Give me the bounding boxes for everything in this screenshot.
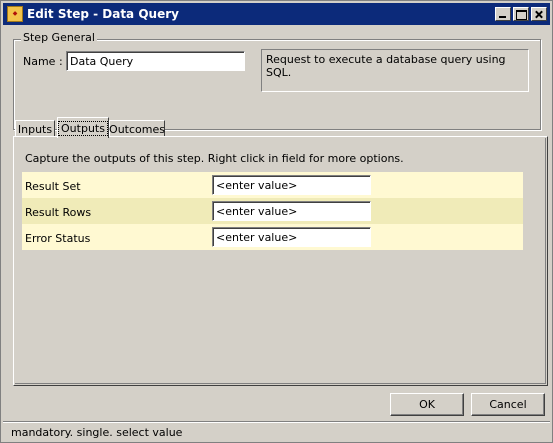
window-title: Edit Step - Data Query (27, 7, 179, 21)
tab-inputs-label: Inputs (17, 122, 53, 136)
ok-button[interactable]: OK (390, 393, 464, 416)
minimize-button[interactable] (495, 7, 511, 21)
outputs-caption: Capture the outputs of this step. Right … (25, 152, 404, 165)
output-row-error-status: Error Status (22, 224, 523, 250)
error-status-input[interactable] (212, 227, 371, 247)
tab-outputs-label: Outputs (58, 120, 108, 136)
title-bar[interactable]: ◆ Edit Step - Data Query (3, 3, 550, 25)
result-set-input[interactable] (212, 175, 371, 195)
status-bar: mandatory. single. select value (3, 421, 550, 441)
output-row-result-rows: Result Rows (22, 198, 523, 224)
result-rows-input[interactable] (212, 201, 371, 221)
name-field[interactable] (66, 51, 245, 71)
tab-outcomes-label: Outcomes (109, 122, 165, 136)
window-controls (495, 7, 547, 21)
tab-outcomes[interactable]: Outcomes (109, 120, 165, 137)
outputs-panel: Capture the outputs of this step. Right … (13, 136, 548, 386)
output-row-result-set: Result Set (22, 172, 523, 198)
close-button[interactable] (531, 7, 547, 21)
step-general-legend: Step General (21, 31, 97, 44)
result-rows-label: Result Rows (25, 206, 92, 219)
outputs-grid: Result Set Result Rows Error Status (22, 172, 523, 250)
name-label: Name : (23, 55, 63, 68)
cancel-button[interactable]: Cancel (471, 393, 545, 416)
error-status-label: Error Status (25, 232, 91, 245)
result-set-label: Result Set (25, 180, 81, 193)
description-box: Request to execute a database query usin… (261, 49, 529, 92)
tab-inputs[interactable]: Inputs (15, 120, 55, 137)
status-text: mandatory. single. select value (11, 426, 183, 439)
edit-step-dialog: ◆ Edit Step - Data Query Step General Na… (0, 0, 553, 443)
tab-outputs[interactable]: Outputs (57, 117, 109, 138)
maximize-button[interactable] (513, 7, 529, 21)
app-icon: ◆ (7, 6, 23, 22)
outputs-panel-inner: Capture the outputs of this step. Right … (15, 138, 546, 384)
